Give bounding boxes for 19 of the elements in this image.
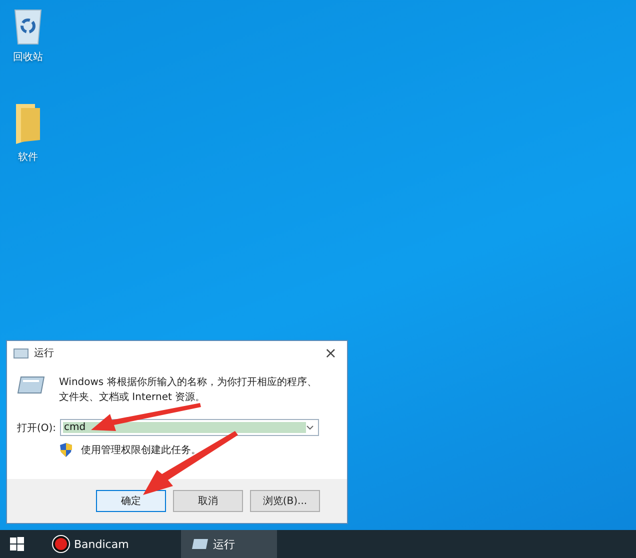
dialog-button[interactable]: 浏览(B)... <box>250 490 320 512</box>
run-icon <box>190 538 209 550</box>
command-input-field[interactable]: cmd <box>60 419 319 436</box>
dialog-button[interactable]: 确定 <box>96 490 166 512</box>
admin-note: 使用管理权限创建此任务。 <box>81 444 201 457</box>
run-icon <box>17 375 45 395</box>
dropdown-caret-icon[interactable] <box>306 425 314 430</box>
description-text: Windows 将根据你所输入的名称，为你打开相应的程序、文件夹、文档或 Internet 资源。 <box>59 376 318 405</box>
shield-icon <box>59 442 73 458</box>
dialog-button[interactable]: 取消 <box>173 490 243 512</box>
taskbar-item[interactable]: Bandicam <box>42 530 139 558</box>
window-title: 运行 <box>34 346 54 360</box>
command-text: cmd <box>63 422 306 433</box>
run-icon <box>13 348 29 358</box>
record-icon <box>52 535 70 553</box>
open-label: 打开(O): <box>17 422 56 434</box>
close-button[interactable]: × <box>318 344 343 362</box>
start-icon[interactable] <box>10 537 24 551</box>
taskbar-item[interactable]: 运行 <box>180 530 277 558</box>
